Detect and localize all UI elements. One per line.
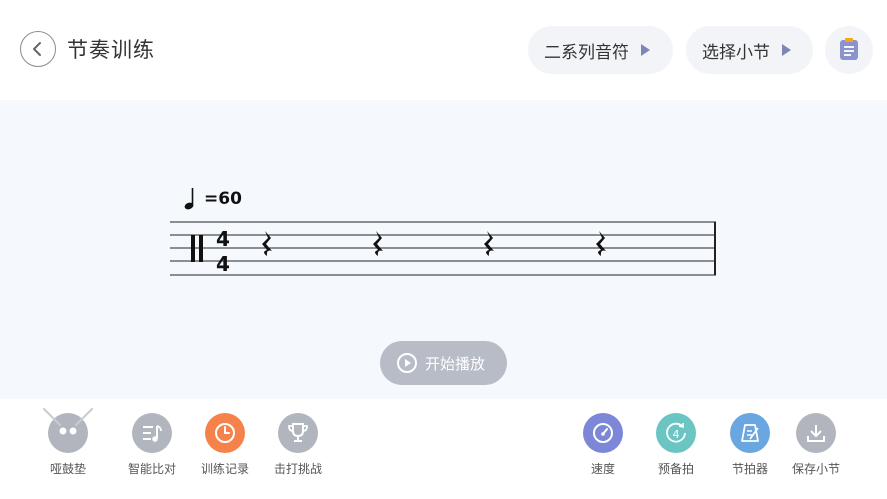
bottom-toolbar: 哑鼓垫 智能比对 训练记录 击打挑战 速度 4 预备拍 节拍器 保存小节 [0, 399, 887, 499]
metronome-icon [730, 413, 770, 453]
countdown-icon: 4 [656, 413, 696, 453]
training-record-label: 训练记录 [200, 462, 249, 476]
count-in-label: 预备拍 [657, 462, 694, 476]
document-button[interactable] [825, 26, 873, 74]
count-in-button[interactable]: 4 预备拍 [641, 413, 711, 477]
drum-pad-label: 哑鼓垫 [49, 462, 86, 476]
drum-pad-icon [43, 408, 93, 453]
bar-selector-label: 选择小节 [702, 42, 770, 63]
page-title: 节奏训练 [67, 38, 155, 62]
trophy-icon [278, 413, 318, 453]
triangle-right-icon [641, 44, 650, 56]
download-icon [796, 413, 836, 453]
header: 节奏训练 二系列音符 选择小节 [0, 0, 887, 100]
bar-selector[interactable]: 选择小节 [686, 26, 813, 74]
music-compare-icon [132, 413, 172, 453]
smart-compare-label: 智能比对 [127, 462, 176, 476]
speed-label: 速度 [590, 462, 615, 476]
hit-challenge-button[interactable]: 击打挑战 [263, 413, 333, 477]
speedometer-icon [583, 413, 623, 453]
time-signature-top: 4 [216, 227, 230, 251]
training-record-button[interactable]: 训练记录 [190, 413, 260, 477]
time-signature-bottom: 4 [216, 252, 230, 276]
smart-compare-button[interactable]: 智能比对 [117, 413, 187, 477]
back-button[interactable] [20, 31, 56, 67]
note-series-label: 二系列音符 [544, 42, 629, 63]
drum-pad-button[interactable]: 哑鼓垫 [33, 408, 103, 477]
metronome-button[interactable]: 节拍器 [715, 413, 785, 477]
start-playback-button[interactable]: 开始播放 [380, 341, 507, 385]
document-icon [840, 38, 858, 60]
chevron-left-icon [33, 42, 41, 56]
note-series-selector[interactable]: 二系列音符 [528, 26, 673, 74]
score-area: =60 4 4 开始播放 [0, 100, 887, 399]
svg-text:4: 4 [673, 428, 680, 441]
start-playback-label: 开始播放 [425, 354, 486, 373]
hit-challenge-label: 击打挑战 [273, 462, 322, 476]
save-bar-label: 保存小节 [791, 462, 840, 476]
triangle-right-icon [782, 44, 791, 56]
clock-icon [205, 413, 245, 453]
quarter-note-icon [184, 188, 194, 210]
tempo-marking: =60 [204, 189, 242, 209]
save-bar-button[interactable]: 保存小节 [781, 413, 851, 477]
play-icon [397, 353, 417, 373]
metronome-label: 节拍器 [731, 462, 768, 476]
music-staff: 4 4 [170, 221, 716, 276]
staff-lines [170, 221, 716, 276]
speed-button[interactable]: 速度 [568, 413, 638, 477]
